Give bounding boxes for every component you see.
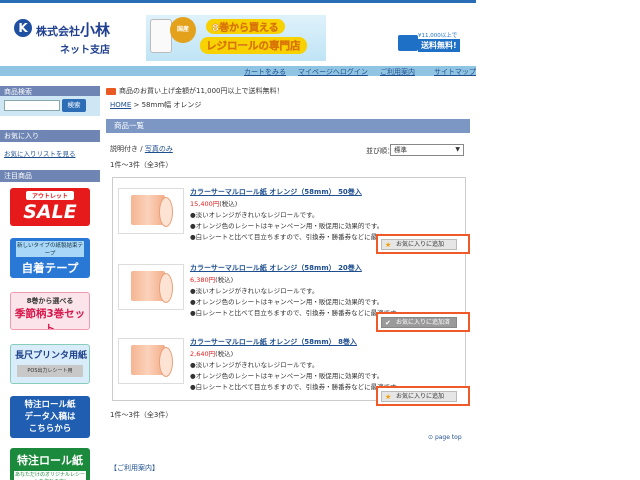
search-input[interactable] <box>4 100 60 111</box>
add-to-favorites-button[interactable]: ★ お気に入りに追加 <box>376 386 470 406</box>
shipping-threshold: ¥11,000以上で <box>418 33 458 39</box>
special-line2: データ入稿は <box>24 412 76 422</box>
featured-title: 注目商品 <box>0 170 100 182</box>
result-count-bottom: 1件〜3件（全3件） <box>110 411 173 419</box>
nav-guide[interactable]: ご利用案内 <box>380 67 415 77</box>
roll-paper-icon <box>150 19 172 53</box>
top-navigation: カートをみる マイページへログイン ご利用案内 サイトマップ <box>0 66 476 76</box>
sidebar: 商品検索 検索 お気に入り お気に入りリストを見る 注目商品 アウトレット SA… <box>0 82 100 480</box>
product-price: 2,640円(税込) <box>190 350 234 358</box>
product-price: 6,380円(税込) <box>190 276 234 284</box>
result-count: 1件〜3件（全3件） <box>110 161 173 169</box>
product-desc-2: ●オレンジ色のレシートはキャンペーン用・販促用に効果的です。 <box>190 298 384 306</box>
tape-banner-top: 新しいタイプの紙製結束テープ <box>16 241 84 257</box>
check-icon: ✔ <box>385 319 391 327</box>
domestic-medal: 国産 <box>170 17 196 43</box>
free-shipping-badge: ¥11,000以上で 送料無料! <box>398 29 464 59</box>
company-name: 株式会社小林 <box>36 21 111 39</box>
nav-cart[interactable]: カートをみる <box>244 67 286 77</box>
up-arrow-icon: ⊙ <box>428 434 435 441</box>
breadcrumb-home[interactable]: HOME <box>110 101 131 109</box>
add-to-favorites-button[interactable]: ★ お気に入りに追加 <box>376 234 470 254</box>
tape-banner[interactable]: 新しいタイプの紙製結束テープ 自着テープ <box>10 238 90 278</box>
printer-banner-label: 長尺プリンタ用紙 <box>15 351 88 361</box>
site-header: K 株式会社小林 ネット支店 国産 8巻から買える レジロールの専門店 ¥11,… <box>0 0 476 66</box>
sale-banner-label: SALE <box>23 201 77 223</box>
original-banner-label: 特注ロール紙 <box>17 454 83 467</box>
product-desc-2: ●オレンジ色のレシートはキャンペーン用・販促用に効果的です。 <box>190 372 384 380</box>
special-order-banner[interactable]: 特注ロール紙 データ入稿は こちらから <box>10 396 90 438</box>
shipping-notice: 商品のお買い上げ金額が11,000円以上で送料無料！ <box>106 86 284 96</box>
star-icon: ★ <box>385 393 392 401</box>
season-banner[interactable]: 8巻から選べる 季節柄3巻セット <box>10 292 90 330</box>
favorites-title: お気に入り <box>0 130 100 142</box>
page-top-link[interactable]: ⊙ page top <box>428 434 462 441</box>
truck-icon <box>106 87 116 95</box>
sale-banner-top: アウトレット <box>26 191 74 200</box>
product-list-title: 商品一覧 <box>106 119 470 133</box>
truck-icon <box>398 35 418 51</box>
printer-banner-sub: POS出力レシート用 <box>17 365 83 377</box>
product-name[interactable]: カラーサーマルロール紙 オレンジ（58mm） 20巻入 <box>190 263 362 273</box>
nav-login[interactable]: マイページへログイン <box>298 67 368 77</box>
empty-area <box>476 0 640 480</box>
chevron-down-icon: ▼ <box>455 146 460 153</box>
branch-name: ネット支店 <box>60 45 110 56</box>
product-image[interactable] <box>118 264 184 310</box>
banner-line2: レジロールの専門店 <box>200 37 307 54</box>
product-image[interactable] <box>118 188 184 234</box>
view-with-description[interactable]: 説明付き <box>110 145 138 153</box>
favorites-list-link[interactable]: お気に入りリストを見る <box>4 148 76 158</box>
special-line1: 特注ロール紙 <box>24 400 76 410</box>
view-photo-only[interactable]: 写真のみ <box>145 145 173 153</box>
product-image[interactable] <box>118 338 184 384</box>
sale-banner[interactable]: アウトレット SALE <box>10 188 90 226</box>
company-logo[interactable]: K 株式会社小林 ネット支店 <box>14 15 120 59</box>
search-button[interactable]: 検索 <box>62 99 86 112</box>
nav-sitemap[interactable]: サイトマップ <box>434 67 476 77</box>
logo-mark-icon: K <box>14 19 32 37</box>
original-receipt-banner[interactable]: 特注ロール紙 あなただけのオリジナルレシートを作れます! <box>10 448 90 480</box>
product-desc-1: ●淡いオレンジがきれいなレジロールです。 <box>190 211 319 219</box>
product-desc-1: ●淡いオレンジがきれいなレジロールです。 <box>190 287 319 295</box>
product-desc-3: ●白レシートと比べて目立ちますので、引換券・勝番券などに最適です。 <box>190 233 403 241</box>
original-banner-sub: あなただけのオリジナルレシートを作れます! <box>14 471 86 480</box>
tape-banner-label: 自着テープ <box>21 261 79 275</box>
header-banner: 国産 8巻から買える レジロールの専門店 <box>146 15 326 61</box>
printer-paper-banner[interactable]: 長尺プリンタ用紙 POS出力レシート用 <box>10 344 90 384</box>
product-desc-3: ●白レシートと比べて目立ちますので、引換券・勝番券などに最適です。 <box>190 383 403 391</box>
product-desc-3: ●白レシートと比べて目立ちますので、引換券・勝番券などに最適です。 <box>190 309 403 317</box>
star-icon: ★ <box>385 241 392 249</box>
product-desc-2: ●オレンジ色のレシートはキャンペーン用・販促用に効果的です。 <box>190 222 384 230</box>
product-price: 15,400円(税込) <box>190 200 238 208</box>
product-name[interactable]: カラーサーマルロール紙 オレンジ（58mm） 8巻入 <box>190 337 357 347</box>
sort-select[interactable]: 標準 ▼ <box>390 144 464 156</box>
breadcrumb: HOME > 58mm幅 オレンジ <box>110 101 202 109</box>
season-banner-label: 季節柄3巻セット <box>14 308 86 330</box>
special-line3: こちらから <box>28 424 72 434</box>
breadcrumb-current: 58mm幅 オレンジ <box>141 101 202 109</box>
product-desc-1: ●淡いオレンジがきれいなレジロールです。 <box>190 361 319 369</box>
guide-heading: 【ご利用案内】 <box>110 464 159 472</box>
product-name[interactable]: カラーサーマルロール紙 オレンジ（58mm） 50巻入 <box>190 187 362 197</box>
shipping-free: 送料無料! <box>418 39 460 52</box>
banner-line1: 8巻から買える <box>206 19 285 34</box>
view-mode-toggle: 説明付き / 写真のみ <box>110 145 173 153</box>
season-banner-top: 8巻から選べる <box>26 297 74 305</box>
